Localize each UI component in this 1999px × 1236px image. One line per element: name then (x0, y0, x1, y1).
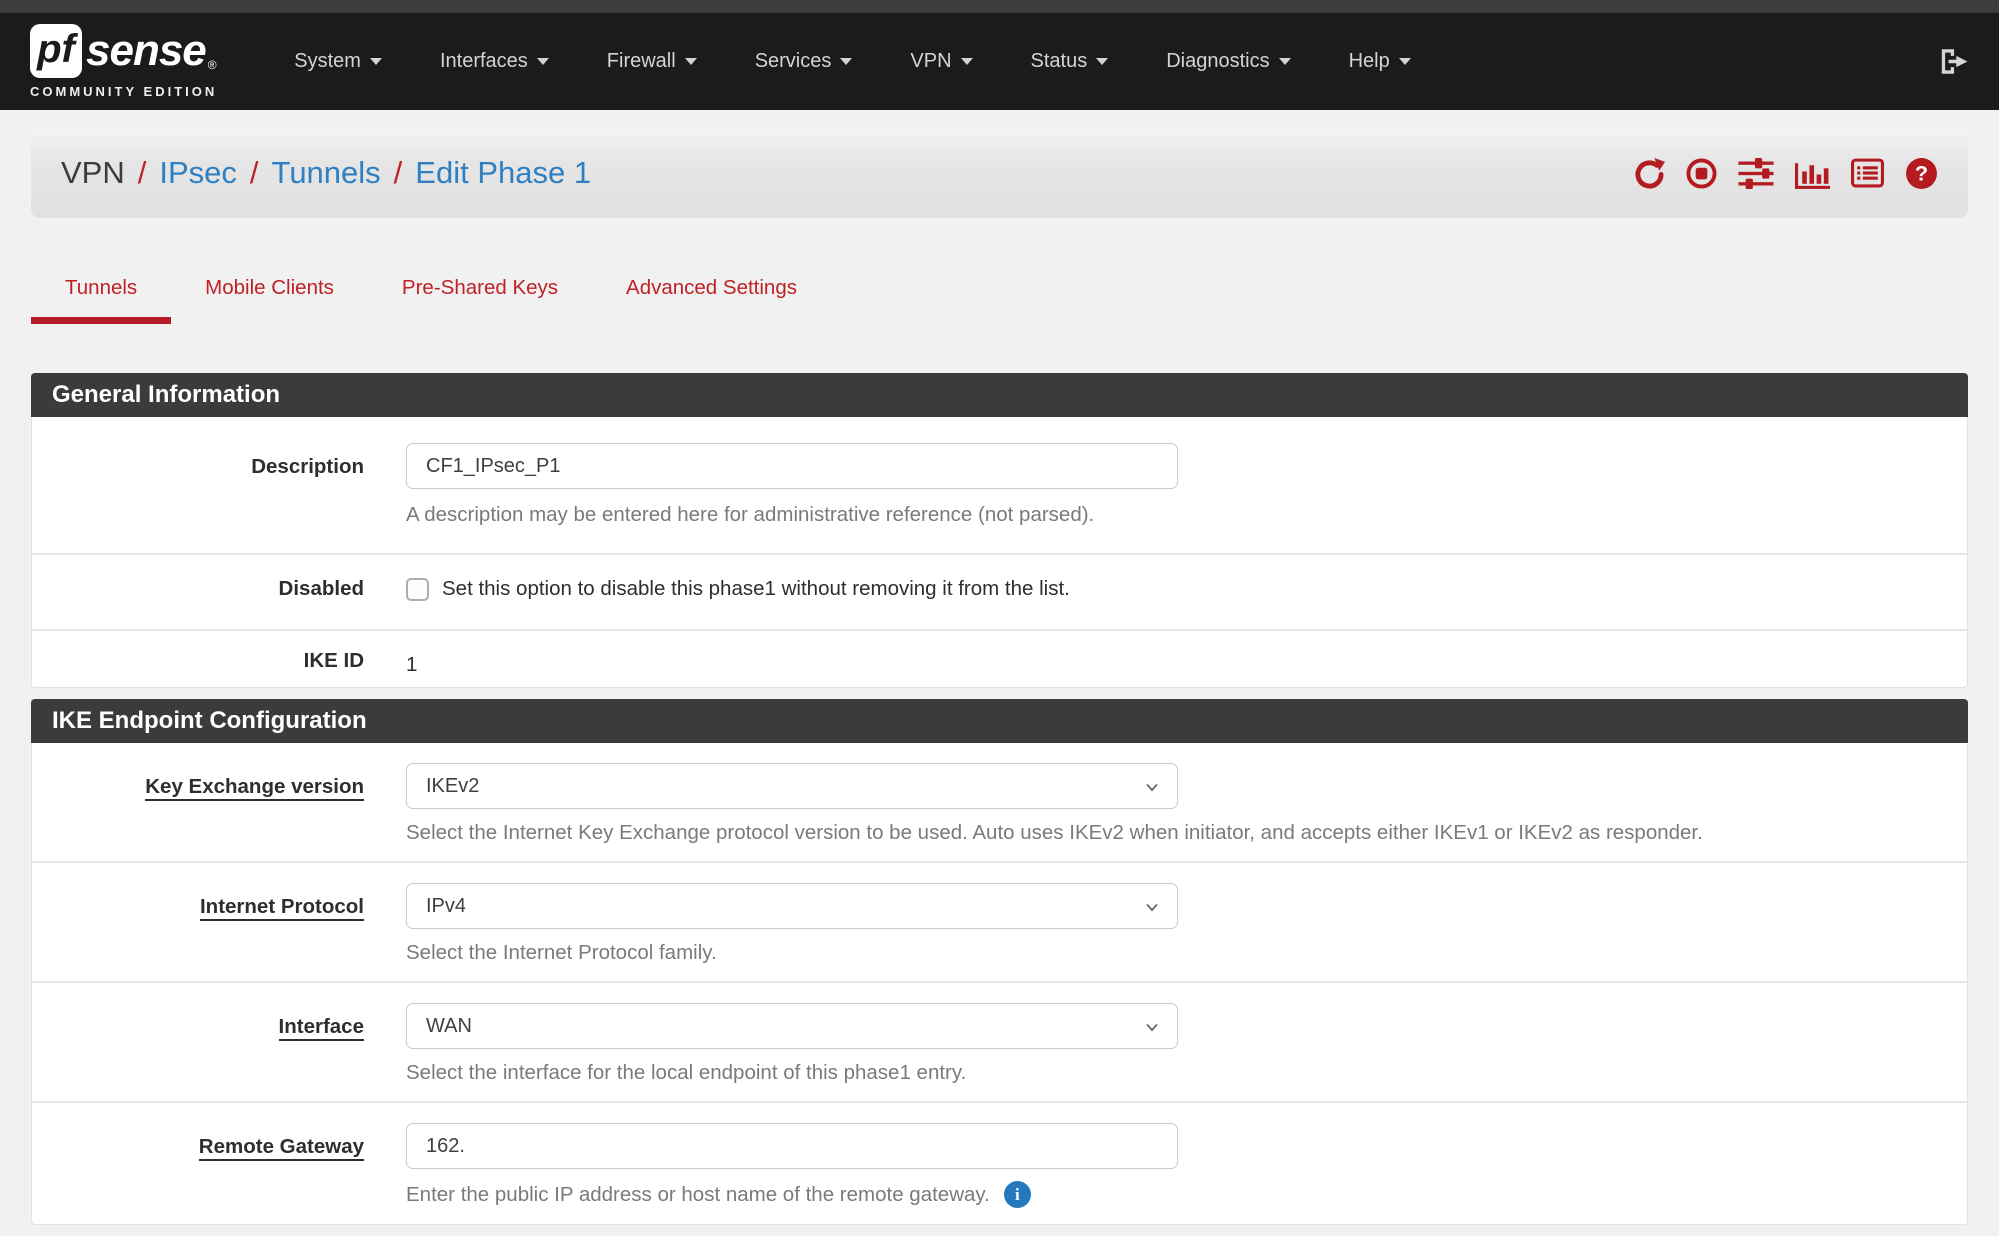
breadcrumb-separator: / (250, 155, 259, 191)
page-action-icons: ? (1634, 157, 1938, 190)
form-row-key-exchange-version: Key Exchange version IKEv2 Select the In… (32, 743, 1967, 863)
nav-item-help[interactable]: Help (1320, 50, 1440, 73)
panel-ike-endpoint-configuration: IKE Endpoint Configuration Key Exchange … (31, 699, 1968, 1225)
internet-protocol-label[interactable]: Internet Protocol (200, 895, 364, 921)
chevron-down-icon (961, 58, 973, 65)
window-top-strip (0, 0, 1999, 13)
key-exchange-version-label[interactable]: Key Exchange version (145, 775, 364, 801)
brand-sense-text: sense (86, 26, 206, 76)
section-title-general-information: General Information (31, 373, 1968, 417)
main-navbar: pf sense ® COMMUNITY EDITION System Inte… (0, 13, 1999, 110)
disabled-checkbox[interactable] (406, 578, 429, 601)
tab-mobile-clients[interactable]: Mobile Clients (171, 262, 368, 324)
breadcrumb-link-ipsec[interactable]: IPsec (159, 155, 237, 191)
disabled-label: Disabled (32, 577, 364, 601)
chevron-down-icon (685, 58, 697, 65)
chevron-down-icon (840, 58, 852, 65)
breadcrumb-separator: / (394, 155, 403, 191)
svg-text:?: ? (1915, 160, 1928, 185)
nav-item-diagnostics[interactable]: Diagnostics (1137, 50, 1319, 73)
tab-tunnels[interactable]: Tunnels (31, 262, 171, 324)
chevron-down-icon (1142, 777, 1162, 803)
chevron-down-icon (1142, 1017, 1162, 1043)
form-row-interface: Interface WAN Select the interface for t… (32, 983, 1967, 1103)
nav-item-vpn[interactable]: VPN (881, 50, 1001, 73)
breadcrumb-link-edit-phase1[interactable]: Edit Phase 1 (415, 155, 591, 191)
breadcrumb-separator: / (138, 155, 147, 191)
nav-item-system[interactable]: System (265, 50, 411, 73)
chevron-down-icon (370, 58, 382, 65)
description-label: Description (32, 443, 364, 527)
ike-id-value: 1 (406, 649, 1967, 677)
sliders-icon[interactable] (1738, 158, 1774, 189)
nav-item-status[interactable]: Status (1002, 50, 1138, 73)
nav-menu: System Interfaces Firewall Services VPN … (265, 50, 1439, 73)
form-row-ike-id: IKE ID 1 (32, 631, 1967, 687)
nav-item-interfaces[interactable]: Interfaces (411, 50, 578, 73)
key-exchange-version-help-text: Select the Internet Key Exchange protoco… (406, 821, 1967, 845)
tab-pre-shared-keys[interactable]: Pre-Shared Keys (368, 262, 592, 324)
log-list-icon[interactable] (1851, 158, 1884, 188)
refresh-icon[interactable] (1634, 158, 1665, 189)
breadcrumb-section: VPN (61, 155, 125, 191)
registered-mark: ® (208, 58, 217, 72)
internet-protocol-help-text: Select the Internet Protocol family. (406, 941, 1967, 965)
form-row-internet-protocol: Internet Protocol IPv4 Select the Intern… (32, 863, 1967, 983)
chevron-down-icon (537, 58, 549, 65)
remote-gateway-label[interactable]: Remote Gateway (199, 1135, 364, 1161)
key-exchange-version-select[interactable]: IKEv2 (406, 763, 1178, 809)
info-circle-icon[interactable]: i (1004, 1181, 1031, 1208)
chevron-down-icon (1279, 58, 1291, 65)
panel-general-information: General Information Description A descri… (31, 373, 1968, 688)
subnav-tabs: Tunnels Mobile Clients Pre-Shared Keys A… (31, 262, 1968, 324)
nav-item-services[interactable]: Services (726, 50, 882, 73)
bar-chart-icon[interactable] (1795, 158, 1830, 189)
help-circle-icon[interactable]: ? (1905, 157, 1938, 190)
pfsense-logo[interactable]: pf sense ® COMMUNITY EDITION (30, 24, 217, 99)
breadcrumb-link-tunnels[interactable]: Tunnels (272, 155, 381, 191)
form-row-description: Description A description may be entered… (32, 417, 1967, 555)
interface-help-text: Select the interface for the local endpo… (406, 1061, 1967, 1085)
stop-circle-icon[interactable] (1686, 158, 1717, 189)
description-help-text: A description may be entered here for ad… (406, 503, 1967, 527)
disabled-checkbox-label[interactable]: Set this option to disable this phase1 w… (442, 577, 1070, 601)
remote-gateway-input[interactable] (406, 1123, 1178, 1169)
chevron-down-icon (1096, 58, 1108, 65)
nav-item-firewall[interactable]: Firewall (578, 50, 726, 73)
brand-tagline: COMMUNITY EDITION (30, 84, 217, 99)
chevron-down-icon (1142, 897, 1162, 923)
breadcrumb-bar: VPN / IPsec / Tunnels / Edit Phase 1 (31, 128, 1968, 218)
section-title-ike-endpoint-configuration: IKE Endpoint Configuration (31, 699, 1968, 743)
internet-protocol-select[interactable]: IPv4 (406, 883, 1178, 929)
interface-select[interactable]: WAN (406, 1003, 1178, 1049)
breadcrumb: VPN / IPsec / Tunnels / Edit Phase 1 (61, 155, 591, 191)
tab-advanced-settings[interactable]: Advanced Settings (592, 262, 831, 324)
chevron-down-icon (1399, 58, 1411, 65)
panel-divider (31, 1225, 1968, 1236)
pf-logo-icon: pf (30, 24, 82, 78)
description-input[interactable] (406, 443, 1178, 489)
form-row-remote-gateway: Remote Gateway Enter the public IP addre… (32, 1103, 1967, 1224)
interface-label[interactable]: Interface (279, 1015, 364, 1041)
remote-gateway-help-text: Enter the public IP address or host name… (406, 1183, 990, 1207)
sign-out-icon[interactable] (1938, 47, 1969, 76)
ike-id-label: IKE ID (32, 649, 364, 677)
form-row-disabled: Disabled Set this option to disable this… (32, 555, 1967, 631)
